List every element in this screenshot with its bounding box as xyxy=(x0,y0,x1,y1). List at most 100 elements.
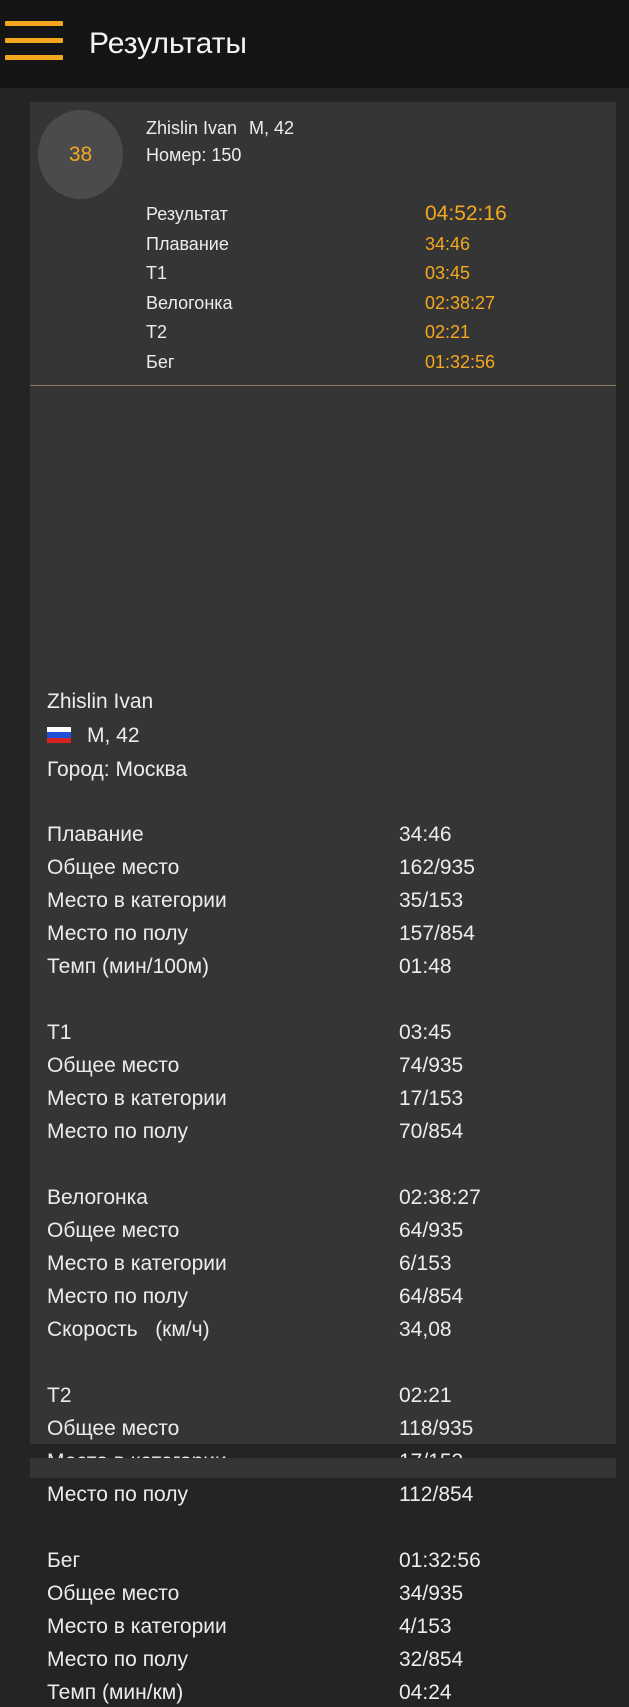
stat-row: Общее место 34/935 xyxy=(47,1580,597,1608)
details-athlete-name: Zhislin Ivan xyxy=(47,690,154,713)
stat-label: Общее место xyxy=(47,856,180,880)
stat-label: Место по полу xyxy=(47,1285,189,1309)
stat-value: 162/935 xyxy=(399,856,475,880)
stat-label: Место по полу xyxy=(47,1483,189,1507)
stat-value: 157/854 xyxy=(399,922,475,946)
athlete-name: Zhislin Ivan xyxy=(146,118,238,138)
stat-row: Место в категории 35/153 xyxy=(47,887,597,915)
summary-row-value: 34:46 xyxy=(425,234,471,254)
summary-row: T2 02:21 xyxy=(146,320,606,344)
stat-label: Темп (мин/км) xyxy=(47,1681,184,1705)
stat-row: Место в категории 6/153 xyxy=(47,1250,597,1278)
russia-flag-icon xyxy=(47,726,71,743)
stat-label: Бег xyxy=(47,1549,81,1572)
stat-value: 4/153 xyxy=(399,1615,452,1639)
summary-row-label: Плавание xyxy=(146,234,229,254)
stat-value: 35/153 xyxy=(399,889,464,913)
stat-label: Место по полу xyxy=(47,1648,189,1672)
stat-row: Скорость (км/ч) 34,08 xyxy=(47,1316,597,1344)
stat-label: Место по полу xyxy=(47,1120,189,1144)
place-badge: 38 xyxy=(38,110,123,199)
stat-value: 01:48 xyxy=(399,955,452,979)
summary-row-value: 03:45 xyxy=(425,263,471,283)
stat-label: Место в категории xyxy=(47,1087,227,1111)
stat-label: Общее место xyxy=(47,1219,180,1243)
stat-row: T1 03:45 xyxy=(47,1019,597,1047)
stat-row: Место по полу 64/854 xyxy=(47,1283,597,1311)
stat-row: Общее место 162/935 xyxy=(47,854,597,882)
summary-row-label: T1 xyxy=(146,263,168,283)
stat-label: Темп (мин/100м) xyxy=(47,955,210,979)
page-title: Результаты xyxy=(89,27,247,60)
stat-value: 04:24 xyxy=(399,1681,452,1705)
stat-label: Общее место xyxy=(47,1417,180,1441)
stat-row: Место по полу 112/854 xyxy=(47,1481,597,1509)
athlete-header: Zhislin Ivan M, 42 xyxy=(146,116,294,140)
stat-row: Бег 01:32:56 xyxy=(47,1547,597,1575)
summary-row-value: 02:38:27 xyxy=(425,293,496,313)
details-category: M, 42 xyxy=(87,724,140,747)
app-bar: Результаты xyxy=(0,0,629,88)
summary-row: Бег 01:32:56 xyxy=(146,350,606,374)
result-card[interactable]: 38 Zhislin Ivan M, 42 Номер: 150 Результа… xyxy=(30,102,616,1704)
stat-row: Общее место 74/935 xyxy=(47,1052,597,1080)
summary-row-value: 01:32:56 xyxy=(425,352,496,372)
stat-value: 34:46 xyxy=(399,823,452,846)
stat-value: 03:45 xyxy=(399,1021,452,1044)
summary-row-label: Результат xyxy=(146,204,228,224)
stat-label: Общее место xyxy=(47,1582,180,1606)
summary-row-label: T2 xyxy=(146,322,168,342)
stat-value: 64/935 xyxy=(399,1219,464,1243)
bib-number: Номер: 150 xyxy=(146,145,242,165)
stat-row: Плавание 34:46 xyxy=(47,821,597,849)
summary-row: Плавание 34:46 xyxy=(146,232,606,256)
stat-label: Плавание xyxy=(47,823,144,846)
stat-row: Велогонка 02:38:27 xyxy=(47,1184,597,1212)
athlete-category: M, 42 xyxy=(249,118,295,138)
stat-value: 70/854 xyxy=(399,1120,464,1144)
stat-value: 32/854 xyxy=(399,1648,464,1672)
stat-label: Велогонка xyxy=(47,1186,148,1209)
stat-value: 34,08 xyxy=(399,1318,452,1342)
stat-value: 64/854 xyxy=(399,1285,464,1309)
stat-label: Место по полу xyxy=(47,922,189,946)
result-summary[interactable]: 38 Zhislin Ivan M, 42 Номер: 150 Результа… xyxy=(30,102,616,386)
stat-value: 6/153 xyxy=(399,1252,452,1276)
stat-value: 112/854 xyxy=(399,1483,474,1507)
stat-row: T2 02:21 xyxy=(47,1382,597,1410)
stat-row: Общее место 64/935 xyxy=(47,1217,597,1245)
stat-row: Место в категории 17/153 xyxy=(47,1085,597,1113)
stat-value: 17/153 xyxy=(399,1087,464,1111)
stat-row: Темп (мин/100м) 01:48 xyxy=(47,953,597,981)
stat-label: Скорость (км/ч) xyxy=(47,1318,210,1342)
summary-row: Результат 04:52:16 xyxy=(146,202,606,226)
details-category-line: M, 42 xyxy=(47,722,140,750)
stat-label: Место в категории xyxy=(47,1252,227,1276)
stat-label: T2 xyxy=(47,1384,72,1407)
stat-label: Место в категории xyxy=(47,889,227,913)
stat-value: 02:38:27 xyxy=(399,1186,481,1209)
stat-value: 74/935 xyxy=(399,1054,464,1078)
stat-row: Общее место 118/935 xyxy=(47,1415,597,1443)
stat-row: Место в категории 4/153 xyxy=(47,1613,597,1641)
next-result-card[interactable] xyxy=(30,1458,616,1478)
stat-label: Место в категории xyxy=(47,1615,227,1639)
summary-row: T1 03:45 xyxy=(146,261,606,285)
summary-row-value: 02:21 xyxy=(425,322,471,342)
summary-row-label: Велогонка xyxy=(146,293,233,313)
stat-label: Общее место xyxy=(47,1054,180,1078)
stat-value: 118/935 xyxy=(399,1417,474,1441)
summary-row: Велогонка 02:38:27 xyxy=(146,291,606,315)
stat-row: Место по полу 157/854 xyxy=(47,920,597,948)
hamburger-menu-icon[interactable] xyxy=(5,21,63,61)
stat-row: Место по полу 70/854 xyxy=(47,1118,597,1146)
stat-row: Место по полу 32/854 xyxy=(47,1646,597,1674)
stat-label: T1 xyxy=(47,1021,72,1044)
stat-value: 01:32:56 xyxy=(399,1549,481,1572)
summary-row-label: Бег xyxy=(146,352,175,372)
stat-value: 34/935 xyxy=(399,1582,464,1606)
details-city: Город: Москва xyxy=(47,758,188,781)
stat-row: Темп (мин/км) 04:24 xyxy=(47,1679,597,1707)
stat-value: 02:21 xyxy=(399,1384,452,1407)
summary-row-value: 04:52:16 xyxy=(425,202,507,225)
